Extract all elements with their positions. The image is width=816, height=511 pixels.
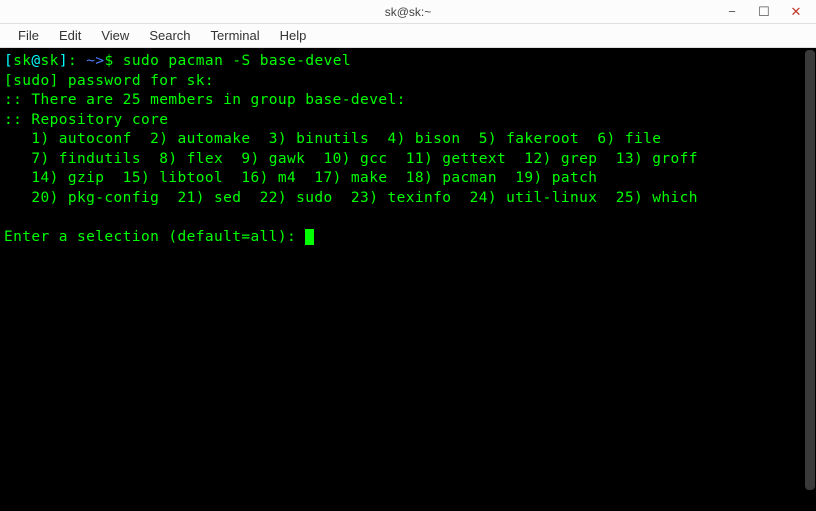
- scrollbar[interactable]: [804, 48, 816, 511]
- menu-view[interactable]: View: [91, 26, 139, 45]
- pkg-row-2: 7) findutils 8) flex 9) gawk 10) gcc 11)…: [4, 151, 698, 167]
- close-icon: ✕: [791, 4, 802, 20]
- command: sudo pacman -S base-devel: [123, 53, 351, 69]
- pkg-row-1: 1) autoconf 2) automake 3) binutils 4) b…: [4, 131, 661, 147]
- terminal-output[interactable]: [sk@sk]: ~>$ sudo pacman -S base-devel […: [0, 48, 804, 511]
- members-line: :: There are 25 members in group base-de…: [4, 92, 406, 108]
- menu-search[interactable]: Search: [139, 26, 200, 45]
- prompt-rb: ]: [59, 53, 68, 69]
- prompt-host: sk: [41, 53, 59, 69]
- terminal-wrap: [sk@sk]: ~>$ sudo pacman -S base-devel […: [0, 48, 816, 511]
- menu-file[interactable]: File: [8, 26, 49, 45]
- menu-edit[interactable]: Edit: [49, 26, 91, 45]
- pkg-row-4: 20) pkg-config 21) sed 22) sudo 23) texi…: [4, 190, 698, 206]
- repo-line: :: Repository core: [4, 112, 168, 128]
- window-controls: − ☐ ✕: [716, 0, 812, 23]
- scrollbar-thumb[interactable]: [805, 50, 815, 490]
- prompt-user: sk: [13, 53, 31, 69]
- minimize-icon: −: [728, 4, 736, 19]
- maximize-icon: ☐: [758, 4, 770, 20]
- cursor: [305, 229, 314, 245]
- prompt-lb: [: [4, 53, 13, 69]
- maximize-button[interactable]: ☐: [748, 0, 780, 24]
- close-button[interactable]: ✕: [780, 0, 812, 24]
- prompt-path: ~: [86, 53, 95, 69]
- titlebar: sk@sk:~ − ☐ ✕: [0, 0, 816, 24]
- password-line: [sudo] password for sk:: [4, 73, 223, 89]
- window-title: sk@sk:~: [385, 5, 432, 19]
- prompt-colon: :: [68, 53, 86, 69]
- prompt-dollar: $: [105, 53, 123, 69]
- menu-terminal[interactable]: Terminal: [201, 26, 270, 45]
- prompt-at: @: [31, 53, 40, 69]
- selection-prompt: Enter a selection (default=all):: [4, 229, 305, 245]
- pkg-row-3: 14) gzip 15) libtool 16) m4 17) make 18)…: [4, 170, 597, 186]
- prompt-arrow: >: [95, 53, 104, 69]
- minimize-button[interactable]: −: [716, 0, 748, 24]
- menubar: File Edit View Search Terminal Help: [0, 24, 816, 48]
- menu-help[interactable]: Help: [270, 26, 317, 45]
